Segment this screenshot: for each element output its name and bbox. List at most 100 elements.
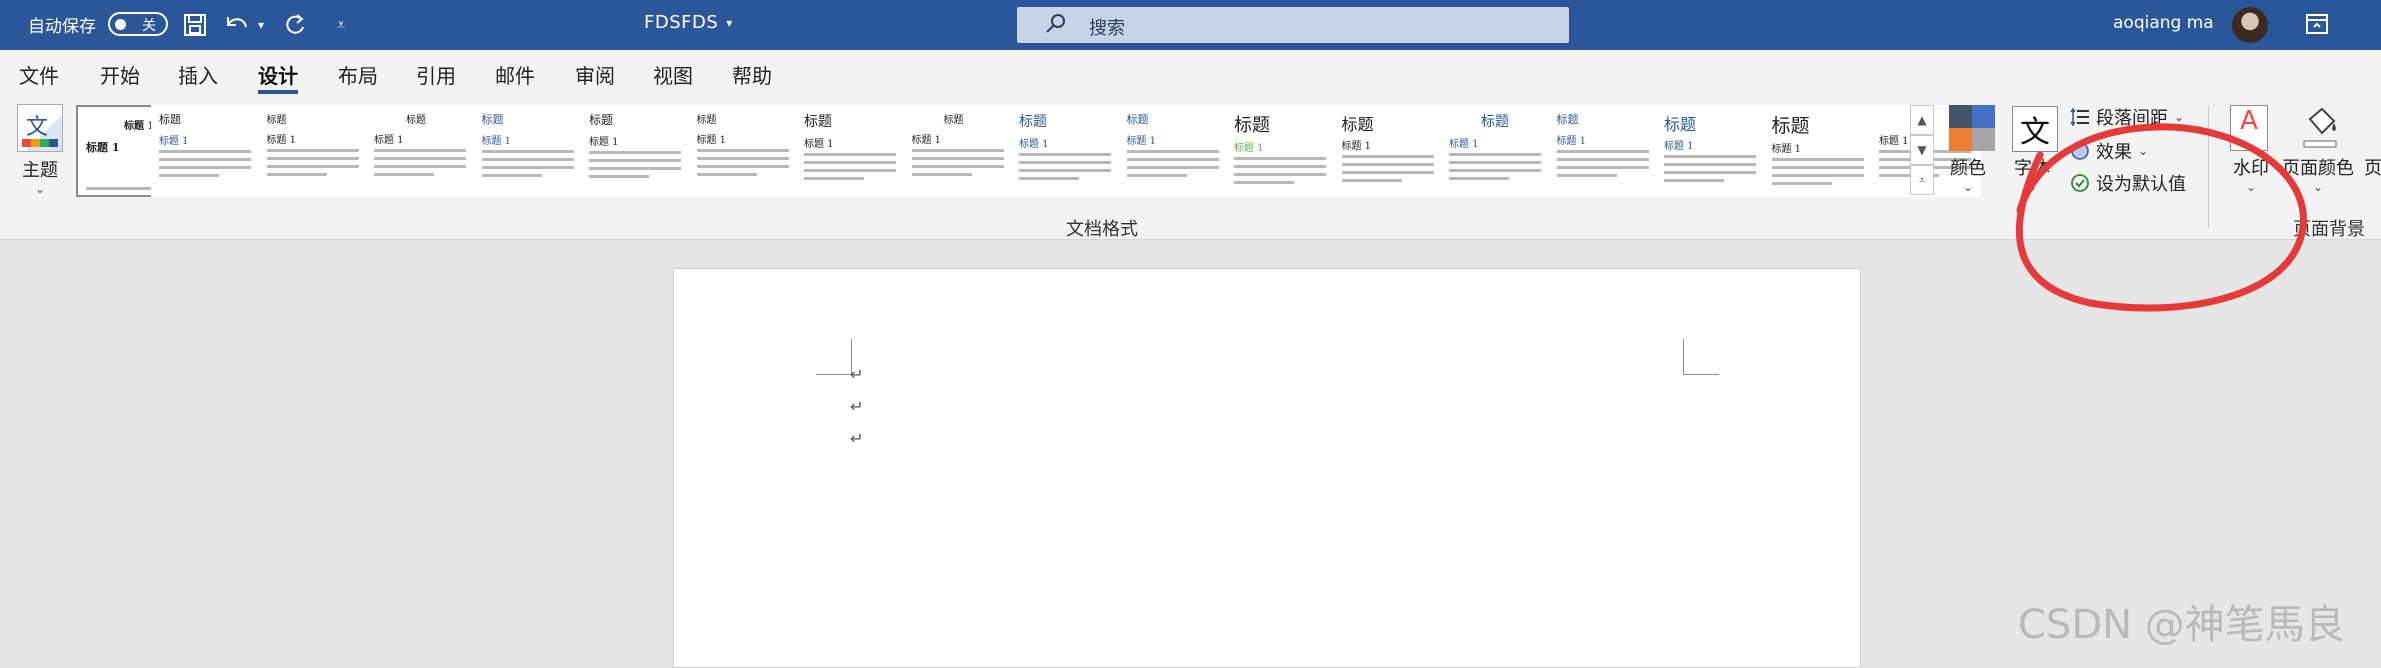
watermark-button[interactable]: 水印 ⌄ <box>2233 154 2269 194</box>
style-title-4: 标题 <box>481 113 504 126</box>
effects-dropdown-icon: ⌄ <box>2138 144 2149 158</box>
paragraph-spacing-dropdown-icon: ⌄ <box>2174 110 2185 124</box>
page-background-group-label: 页面背景 <box>2293 219 2365 240</box>
style-title-13: 标题 <box>1481 114 1509 130</box>
fonts-label: 字体 <box>2014 158 2050 179</box>
style-set-15[interactable]: 标题 标题 1 <box>1656 105 1766 197</box>
gallery-scroll-up-icon[interactable]: ▲ <box>1910 105 1934 135</box>
paragraph-mark[interactable]: ↵ <box>850 397 863 416</box>
customize-toolbar-icon[interactable]: ⩡ <box>326 10 356 40</box>
style-set-11[interactable]: 标题 标题 1 <box>1226 105 1336 197</box>
style-set-9[interactable]: 标题 标题 1 <box>1011 105 1121 197</box>
style-set-7[interactable]: 标题 标题 1 <box>796 105 906 197</box>
search-icon <box>1045 13 1067 40</box>
paragraph-spacing-label: 段落间距 <box>2096 108 2168 129</box>
autosave-toggle[interactable]: 关 <box>108 12 168 36</box>
gallery-more-icon[interactable]: ⩡ <box>1910 165 1934 195</box>
autosave-label: 自动保存 <box>28 17 96 37</box>
style-set-13[interactable]: 标题 标题 1 <box>1441 105 1551 197</box>
user-name[interactable]: aoqiang ma <box>2113 13 2214 33</box>
tab-design[interactable]: 设计 <box>258 60 298 89</box>
style-title-7: 标题 <box>804 114 832 130</box>
avatar[interactable] <box>2232 7 2268 43</box>
checkmark-icon <box>2070 173 2090 193</box>
page-borders-button-partial[interactable]: 页 <box>2364 154 2381 180</box>
style-title-8: 标题 <box>943 115 964 126</box>
tab-help[interactable]: 帮助 <box>732 60 772 89</box>
ribbon-display-icon[interactable] <box>2306 12 2332 36</box>
tab-view[interactable]: 视图 <box>653 60 693 89</box>
tab-review[interactable]: 审阅 <box>575 60 615 89</box>
style-title-16: 标题 <box>1771 115 1810 137</box>
style-set-10[interactable]: 标题 标题 1 <box>1118 105 1229 197</box>
page-color-dropdown-icon: ⌄ <box>2312 180 2324 194</box>
style-set-14[interactable]: 标题 标题 1 <box>1548 105 1659 197</box>
undo-icon[interactable] <box>222 10 252 40</box>
style-set-4[interactable]: 标题 标题 1 <box>473 105 584 197</box>
watermark-text: CSDN @神笔馬良 <box>2018 602 2345 648</box>
tab-references[interactable]: 引用 <box>416 60 456 89</box>
page-borders-label-partial: 页 <box>2364 158 2381 179</box>
search-placeholder: 搜索 <box>1089 18 1125 39</box>
theme-icon[interactable]: 文 <box>17 104 63 152</box>
colors-icon[interactable] <box>1949 105 1995 151</box>
style-title-12: 标题 <box>1341 115 1374 134</box>
tab-file[interactable]: 文件 <box>19 60 59 89</box>
ribbon: 文 主题 ⌄ 标题 1 标题 1 标题 标题 1 标题 标题 1 标题 标题 1 标题 标题 … <box>0 98 2381 240</box>
style-set-12[interactable]: 标题 标题 1 <box>1333 105 1444 197</box>
effects-button[interactable]: 效果 ⌄ <box>2070 138 2148 164</box>
style-set-6[interactable]: 标题 标题 1 <box>688 105 799 197</box>
paint-bucket-icon[interactable] <box>2300 105 2340 151</box>
tab-mailings[interactable]: 邮件 <box>495 60 535 89</box>
style-title-1: 标题 <box>159 113 181 126</box>
effects-icon <box>2070 141 2090 161</box>
style-gallery: 标题 1 标题 1 标题 标题 1 标题 标题 1 标题 标题 1 标题 标题 1 标题 标题 1… <box>76 105 1981 197</box>
redo-icon[interactable] <box>280 10 310 40</box>
document-title[interactable]: FDSFDS ▾ <box>644 12 733 33</box>
watermark-icon[interactable]: A <box>2230 105 2268 151</box>
style-title-11: 标题 <box>1234 115 1270 136</box>
save-icon[interactable] <box>180 10 210 40</box>
paragraph-spacing-icon <box>2070 107 2090 127</box>
style-title-0: 标题 1 <box>124 121 155 132</box>
document-title-text: FDSFDS <box>644 12 719 33</box>
page-color-label: 页面颜色 <box>2282 158 2354 179</box>
toggle-knob <box>115 19 126 30</box>
themes-label: 主题 <box>22 160 58 181</box>
style-title-3: 标题 <box>406 115 426 126</box>
tab-layout[interactable]: 布局 <box>338 60 378 89</box>
colors-button[interactable]: 颜色 ⌄ <box>1950 154 1986 194</box>
colors-dropdown-icon: ⌄ <box>1962 180 1974 194</box>
tab-home[interactable]: 开始 <box>100 60 140 89</box>
document-format-group-label: 文档格式 <box>1066 219 1138 240</box>
toggle-state: 关 <box>142 18 156 34</box>
style-set-2[interactable]: 标题 标题 1 <box>258 105 369 197</box>
search-box[interactable]: 搜索 <box>1017 7 1569 43</box>
set-as-default-button[interactable]: 设为默认值 <box>2070 170 2186 196</box>
fonts-button[interactable]: 字体 ⌄ <box>2014 154 2050 194</box>
style-title-14: 标题 <box>1556 113 1579 126</box>
gallery-scroll-down-icon[interactable]: ▼ <box>1910 135 1934 165</box>
style-set-3[interactable]: 标题 标题 1 <box>366 105 476 197</box>
watermark-dropdown-icon: ⌄ <box>2245 180 2257 194</box>
margin-corner-top-left <box>816 339 852 375</box>
style-set-5[interactable]: 标题 标题 1 <box>581 105 691 197</box>
paragraph-mark[interactable]: ↵ <box>850 365 863 384</box>
style-title-2: 标题 <box>266 115 287 126</box>
margin-corner-top-right <box>1683 339 1719 375</box>
paragraph-spacing-button[interactable]: 段落间距 ⌄ <box>2070 104 2184 130</box>
style-title-9: 标题 <box>1019 114 1047 130</box>
style-title-15: 标题 <box>1664 115 1697 134</box>
undo-dropdown-icon[interactable]: ▾ <box>258 18 264 32</box>
tab-insert[interactable]: 插入 <box>178 60 218 89</box>
fonts-dropdown-icon: ⌄ <box>2026 180 2038 194</box>
style-set-8[interactable]: 标题 标题 1 <box>903 105 1014 197</box>
style-set-1[interactable]: 标题 标题 1 <box>151 105 261 197</box>
set-as-default-label: 设为默认值 <box>2096 174 2186 195</box>
themes-button[interactable]: 主题 ⌄ <box>22 156 58 196</box>
paragraph-mark[interactable]: ↵ <box>850 429 863 448</box>
style-set-16[interactable]: 标题 标题 1 <box>1763 105 1874 197</box>
fonts-icon[interactable]: 文 <box>2012 106 2058 152</box>
document-page[interactable]: ↵ ↵ ↵ <box>673 268 1861 668</box>
page-color-button[interactable]: 页面颜色 ⌄ <box>2282 154 2354 194</box>
